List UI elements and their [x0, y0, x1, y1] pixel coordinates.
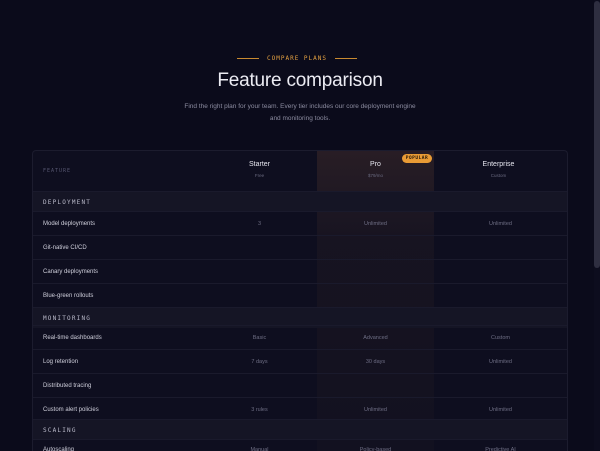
starter-value [201, 284, 318, 308]
pro-value [317, 284, 434, 308]
page-title: Feature comparison [217, 70, 383, 91]
enterprise-value: Custom [491, 335, 510, 341]
table-row: Distributed tracing [33, 373, 567, 398]
pro-value: 30 days [365, 359, 386, 365]
pro-value: Unlimited [364, 221, 387, 227]
starter-value: Manual [250, 447, 269, 451]
section-title: SCALING [43, 426, 77, 434]
section-header-scaling: SCALING [33, 419, 567, 440]
pro-value: Advanced [363, 335, 388, 341]
plan-header-starter: Starter Free [201, 161, 318, 178]
plan-header-enterprise: Enterprise Custom [440, 161, 557, 178]
plan-name: Enterprise [482, 161, 515, 168]
plan-header-pro: Pro $79/mo [317, 161, 434, 178]
starter-value: Basic [252, 335, 267, 341]
starter-value: 3 [257, 221, 262, 227]
enterprise-value: Unlimited [489, 359, 512, 365]
starter-value [201, 236, 318, 260]
feature-name: Real-time dashboards [43, 335, 102, 341]
enterprise-value [434, 236, 567, 260]
table-row: Canary deployments [33, 259, 567, 284]
table-row: Blue-green rollouts [33, 283, 567, 308]
section-header-deployment: DEPLOYMENT [33, 191, 567, 212]
popular-badge: POPULAR [402, 154, 432, 163]
feature-name: Git-native CI/CD [43, 245, 87, 251]
table-row: Autoscaling Manual Policy-based Predicti… [33, 439, 567, 451]
enterprise-value [434, 374, 567, 398]
enterprise-value [434, 260, 567, 284]
plan-name: Starter [248, 161, 270, 168]
eyebrow-line-right [334, 58, 357, 59]
enterprise-value: Predictive AI [485, 447, 516, 451]
pro-value [317, 374, 434, 398]
starter-value [201, 260, 318, 284]
pro-value: Policy-based [359, 447, 392, 451]
table-row: Model deployments 3 Unlimited Unlimited [33, 211, 567, 236]
enterprise-value: Unlimited [489, 221, 512, 227]
page-scrollbar[interactable] [594, 0, 600, 450]
table-header-row: FEATURE Starter Free Pro $79/mo POPULAR … [33, 151, 567, 191]
starter-value [201, 374, 318, 398]
feature-name: Distributed tracing [43, 383, 92, 389]
enterprise-value [434, 284, 567, 308]
comparison-table: FEATURE Starter Free Pro $79/mo POPULAR … [32, 150, 568, 451]
feature-name: Blue-green rollouts [43, 293, 94, 299]
plan-price: Free [254, 173, 265, 178]
scrollbar-thumb[interactable] [594, 1, 600, 268]
starter-value: 7 days [251, 359, 268, 365]
page-subtitle: Find the right plan for your team. Every… [170, 101, 430, 125]
subtitle-line-2: and monitoring tools. [269, 115, 331, 122]
pro-value [317, 236, 434, 260]
pro-value [317, 260, 434, 284]
table-row: Log retention 7 days 30 days Unlimited [33, 349, 567, 374]
plan-price: $79/mo [367, 173, 383, 178]
eyebrow-line-left [237, 58, 260, 59]
section-title: DEPLOYMENT [43, 198, 92, 206]
table-row: Git-native CI/CD [33, 235, 567, 260]
feature-name: Autoscaling [43, 447, 75, 451]
table-row: Real-time dashboards Basic Advanced Cust… [33, 325, 567, 350]
feature-name: Canary deployments [43, 269, 99, 275]
eyebrow: COMPARE PLANS [0, 55, 594, 62]
feature-column-header: FEATURE [43, 168, 72, 174]
feature-name: Log retention [43, 359, 79, 365]
feature-name: Model deployments [43, 221, 96, 227]
subtitle-line-1: Find the right plan for your team. Every… [184, 103, 416, 110]
eyebrow-label: COMPARE PLANS [267, 55, 327, 62]
plan-price: Custom [490, 173, 507, 178]
